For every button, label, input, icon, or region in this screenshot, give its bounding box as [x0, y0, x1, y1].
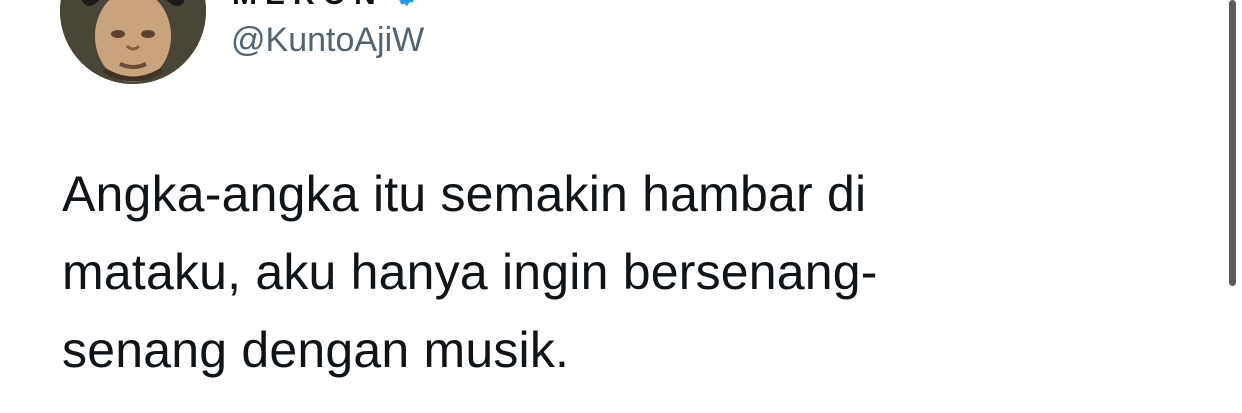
tweet-text-line: mataku, aku hanya ingin bersenang- — [62, 244, 878, 300]
tweet-card: MERON @KuntoAjiW Angka-angka itu semakin… — [0, 0, 1242, 413]
tweet-text: Angka-angka itu semakin hambar di mataku… — [62, 155, 1062, 389]
avatar[interactable] — [60, 0, 206, 84]
verified-badge-icon — [394, 0, 420, 8]
tweet-text-line: senang dengan musik. — [62, 322, 570, 378]
user-handle[interactable]: @KuntoAjiW — [231, 20, 424, 60]
scrollbar-thumb[interactable] — [1229, 0, 1236, 286]
display-name[interactable]: MERON — [232, 0, 384, 10]
display-name-row[interactable]: MERON — [232, 0, 420, 10]
profile-photo-icon — [60, 0, 206, 84]
vertical-scrollbar[interactable] — [1226, 0, 1242, 413]
tweet-text-line: Angka-angka itu semakin hambar di — [62, 166, 867, 222]
